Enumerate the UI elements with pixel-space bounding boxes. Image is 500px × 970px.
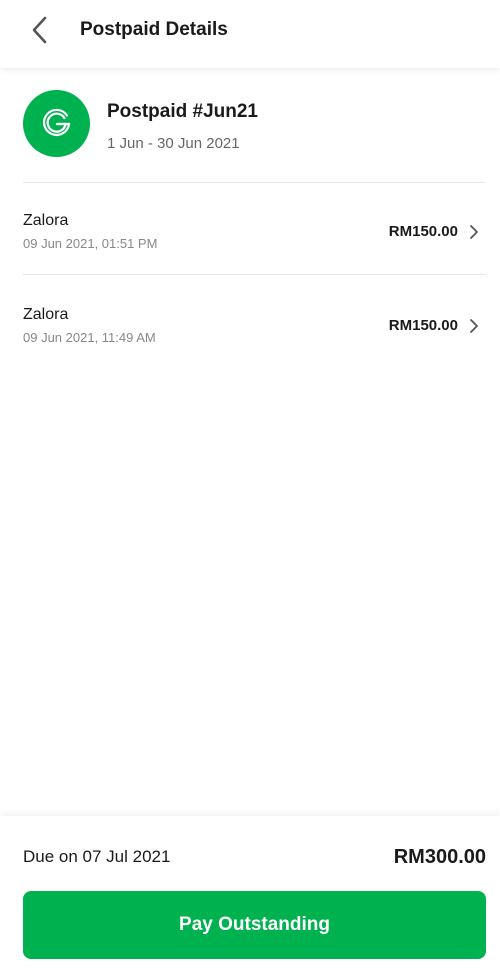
pay-outstanding-button[interactable]: Pay Outstanding — [23, 891, 486, 959]
chevron-left-icon — [32, 16, 47, 44]
divider — [23, 182, 486, 183]
plan-period: 1 Jun - 30 Jun 2021 — [107, 135, 240, 152]
grab-g-logo — [23, 90, 90, 157]
postpaid-plan-summary: Postpaid #Jun21 1 Jun - 30 Jun 2021 — [23, 90, 486, 160]
transaction-row[interactable]: Zalora 09 Jun 2021, 01:51 PM RM150.00 — [0, 202, 500, 274]
g-logo-icon — [42, 108, 70, 136]
back-button[interactable] — [22, 12, 58, 48]
transaction-amount: RM150.00 — [388, 317, 458, 334]
chevron-right-icon — [470, 319, 478, 333]
transaction-row[interactable]: Zalora 09 Jun 2021, 11:49 AM RM150.00 — [0, 296, 500, 368]
due-date-label: Due on 07 Jul 2021 — [23, 847, 171, 866]
due-amount: RM300.00 — [393, 846, 486, 868]
payment-footer: Due on 07 Jul 2021 RM300.00 Pay Outstand… — [0, 816, 500, 970]
divider — [23, 274, 486, 275]
transaction-datetime: 09 Jun 2021, 11:49 AM — [23, 330, 156, 345]
transaction-merchant: Zalora — [23, 306, 69, 323]
transaction-amount: RM150.00 — [388, 223, 458, 240]
page-title: Postpaid Details — [80, 19, 228, 40]
plan-name: Postpaid #Jun21 — [107, 101, 258, 122]
app-header: Postpaid Details — [0, 0, 500, 68]
chevron-right-icon — [470, 225, 478, 239]
transaction-merchant: Zalora — [23, 212, 69, 229]
transaction-datetime: 09 Jun 2021, 01:51 PM — [23, 236, 158, 251]
